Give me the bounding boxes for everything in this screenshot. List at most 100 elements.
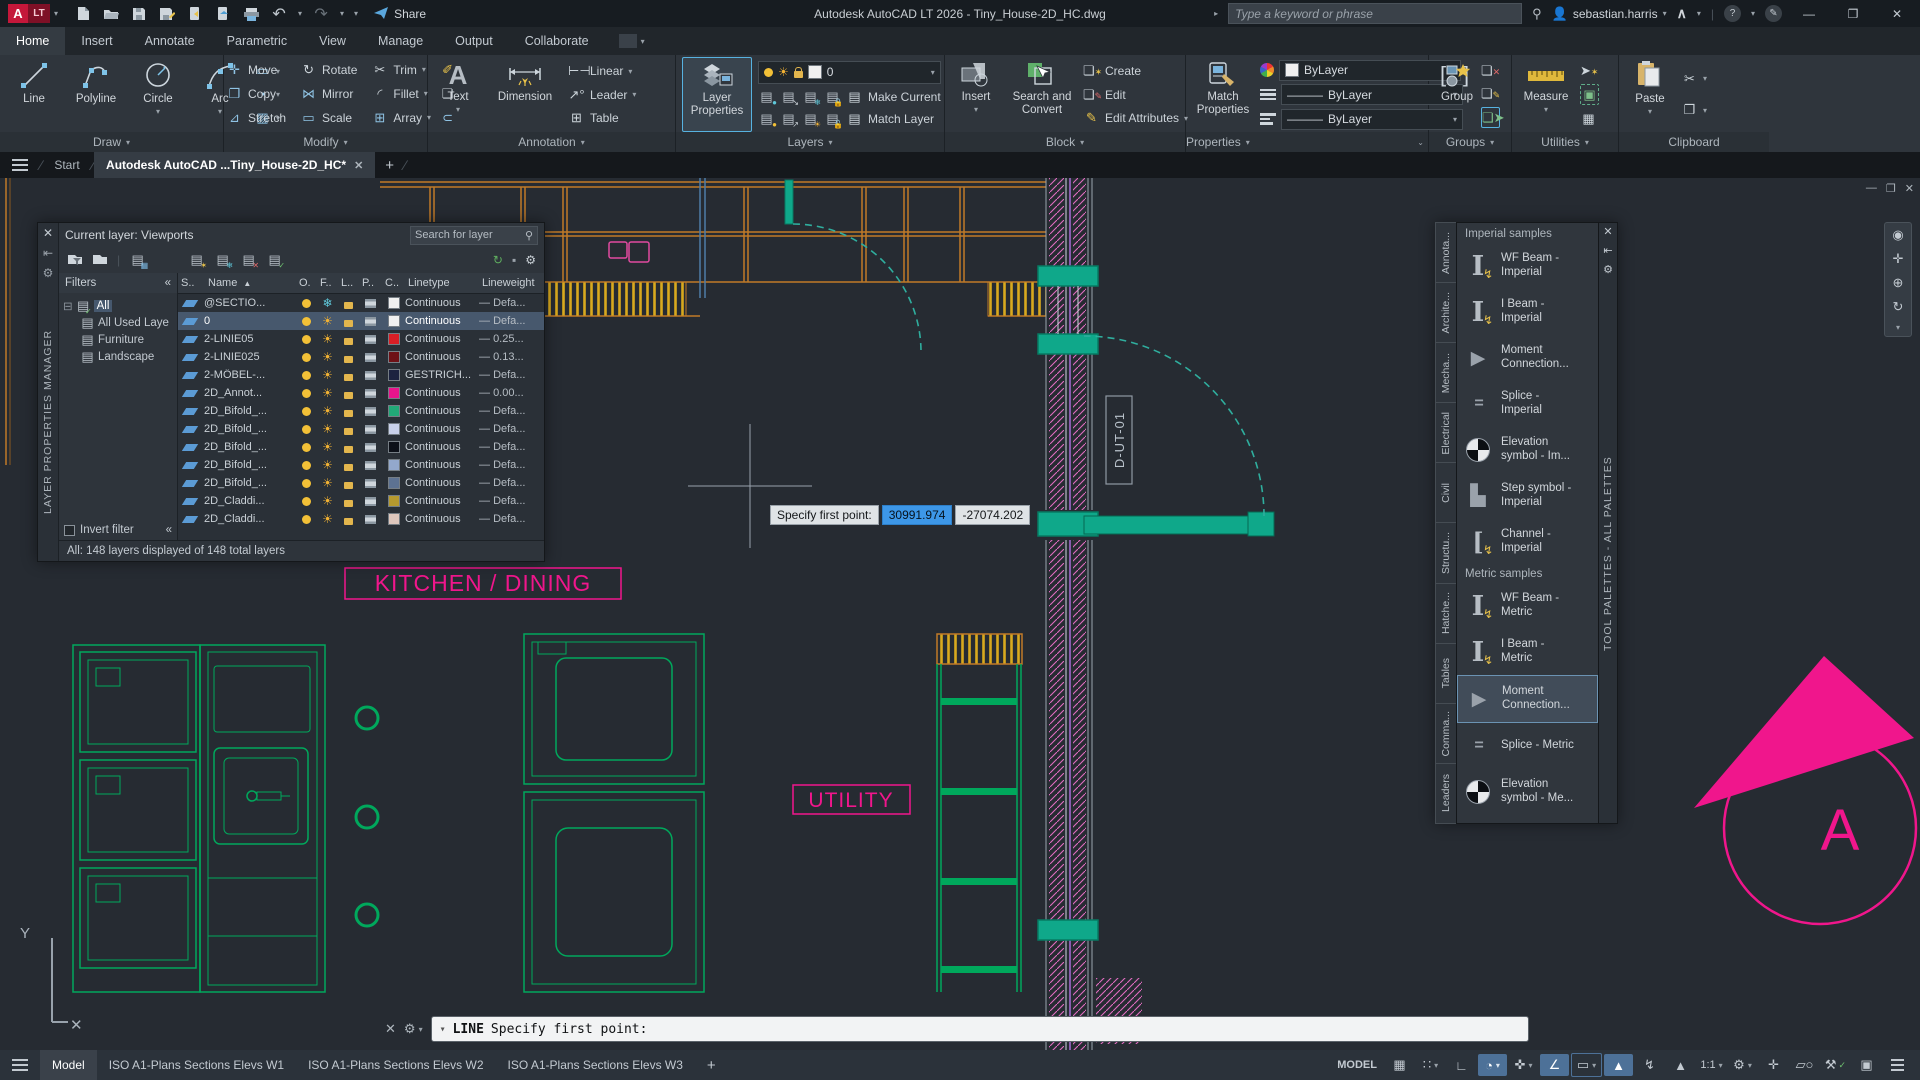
tab-output[interactable]: Output	[439, 27, 509, 55]
minimize-button[interactable]: —	[1792, 0, 1826, 27]
group-edit-icon[interactable]: ❏✎	[1481, 84, 1500, 103]
palette-properties-icon[interactable]: ⚙	[43, 266, 54, 280]
new-group-filter-icon[interactable]	[92, 253, 108, 268]
trim-button[interactable]: ✂Trim▾	[371, 60, 431, 79]
filter-all[interactable]: ⊟▤✓ All	[63, 297, 173, 314]
layer-search-input[interactable]: Search for layer ⚲	[410, 226, 538, 245]
navbar-caret-icon[interactable]: ▾	[1896, 323, 1900, 332]
set-current-layer-icon[interactable]: ▤✓	[266, 252, 283, 268]
edit-attributes-button[interactable]: ✎Edit Attributes▾	[1083, 109, 1188, 128]
new-document-tab-button[interactable]: +	[375, 152, 404, 178]
undo-caret-icon[interactable]: ▾	[298, 9, 302, 18]
copy-clip-icon[interactable]: ❐▾	[1681, 101, 1707, 120]
save-icon[interactable]	[130, 5, 148, 23]
palette-tab-hatches[interactable]: Hatche...	[1435, 583, 1456, 643]
insert-block-button[interactable]: Insert ▾	[951, 57, 1001, 132]
tool-splice-metric[interactable]: = Splice - Metric	[1457, 723, 1598, 769]
full-navigation-wheel-icon[interactable]: ◉	[1892, 227, 1903, 243]
snap-overrides[interactable]: ↯	[1635, 1054, 1664, 1076]
annotation-scale[interactable]: 1:1▾	[1697, 1054, 1726, 1076]
create-block-button[interactable]: ❏✶Create	[1083, 62, 1188, 81]
layer-row[interactable]: 2-LINIE025 ☀ Continuous— 0.13...	[178, 348, 544, 366]
3d-object-snap-toggle[interactable]: ▲	[1666, 1054, 1695, 1076]
refresh-icon[interactable]: ↻	[493, 253, 503, 267]
dynamic-input-y[interactable]: -27074.202	[955, 505, 1030, 525]
stop-icon[interactable]: ▪	[512, 253, 516, 267]
undo-icon[interactable]: ↶	[270, 5, 288, 23]
close-button[interactable]: ✕	[1880, 0, 1914, 27]
customization-menu[interactable]	[1883, 1054, 1912, 1076]
dynamic-input-x[interactable]: 30991.974	[882, 505, 953, 525]
redo-icon[interactable]: ↷	[312, 5, 330, 23]
collapse-pane-icon[interactable]: «	[166, 524, 172, 536]
panel-label-clipboard[interactable]: Clipboard	[1619, 132, 1769, 152]
palette-close-icon[interactable]: ✕	[43, 226, 53, 240]
move-button[interactable]: ✛Move	[226, 60, 286, 79]
filter-furniture[interactable]: ▤Furniture	[81, 331, 173, 348]
layer-row[interactable]: @SECTIO... ❄ Continuous— Defa...	[178, 294, 544, 312]
autodesk-caret-icon[interactable]: ▾	[1697, 9, 1701, 18]
panel-label-properties[interactable]: Properties▾⌄	[1186, 132, 1428, 152]
door-leaf-utility[interactable]	[1084, 516, 1264, 534]
palette-tab-structural[interactable]: Structu...	[1435, 522, 1456, 582]
measure-button[interactable]: Measure ▾	[1518, 57, 1574, 132]
match-properties-button[interactable]: Match Properties	[1192, 57, 1254, 132]
layer-row[interactable]: 2D_Bifold_... ☀ Continuous— Defa...	[178, 456, 544, 474]
cut-icon[interactable]: ✂▾	[1681, 69, 1707, 88]
tool-palette-autohide-icon[interactable]: ⇤	[1603, 244, 1612, 257]
close-document-icon[interactable]: ✕	[354, 159, 363, 172]
annotation-visibility-toggle[interactable]: ▱○	[1790, 1054, 1819, 1076]
new-property-filter-icon[interactable]	[67, 253, 83, 268]
palette-tab-electrical[interactable]: Electrical	[1435, 402, 1456, 462]
qat-customize-icon[interactable]: ▾	[354, 9, 358, 18]
restore-button[interactable]: ❐	[1836, 0, 1870, 27]
tool-wf-beam-imperial[interactable]: I↯ WF Beam - Imperial	[1457, 243, 1598, 289]
panel-label-block[interactable]: Block▾	[945, 132, 1185, 152]
tool-step-symbol-imperial[interactable]: ▙ Step symbol - Imperial	[1457, 473, 1598, 519]
layer-unlock2-icon[interactable]: ▤🔓	[824, 111, 841, 127]
drawing-area[interactable]: D-UT-01 KITCHEN / DINING UTILITY	[0, 178, 1920, 1050]
layer-thaw2-icon[interactable]: ▤☀	[802, 111, 819, 127]
drawing-restore-icon[interactable]: ❐	[1886, 182, 1896, 195]
new-drawing-icon[interactable]	[74, 5, 92, 23]
group-button[interactable]: [] Group	[1435, 57, 1479, 132]
layer-unisolate-icon[interactable]: ▤↗	[780, 111, 797, 127]
open-from-web-icon[interactable]	[186, 5, 204, 23]
palette-tab-civil[interactable]: Civil	[1435, 462, 1456, 522]
user-account-button[interactable]: 👤 sebastian.harris ▾	[1552, 6, 1667, 22]
panel-label-utilities[interactable]: Utilities▾	[1512, 132, 1618, 152]
recent-commands-icon[interactable]: ▾	[440, 1024, 446, 1035]
panel-label-draw[interactable]: Draw▾	[0, 132, 223, 152]
app-menu-button[interactable]: A LT ▾	[8, 4, 58, 23]
crosshair-size[interactable]: ✛	[1759, 1054, 1788, 1076]
workspace-switching[interactable]: ⚒✓	[1821, 1054, 1850, 1076]
layout-menu-icon[interactable]	[0, 1059, 40, 1071]
layer-row[interactable]: 2D_Bifold_... ☀ Continuous— Defa...	[178, 438, 544, 456]
layer-row[interactable]: 2-MÖBEL-... ☀ GESTRICH...— Defa...	[178, 366, 544, 384]
rotate-button[interactable]: ↻Rotate	[300, 60, 357, 79]
palette-tab-annotation[interactable]: Annota...	[1435, 222, 1456, 282]
quick-calculator-icon[interactable]: ▦	[1580, 109, 1599, 128]
layer-row-selected[interactable]: 0 ☀ Continuous— Defa...	[178, 312, 544, 330]
circle-button[interactable]: Circle ▾	[130, 57, 186, 132]
command-input[interactable]: ▾ LINE Specify first point:	[431, 1016, 1529, 1042]
drawing-minimize-icon[interactable]: —	[1866, 182, 1877, 195]
plot-icon[interactable]	[242, 5, 260, 23]
linear-dimension-button[interactable]: ⊢⊣Linear▾	[568, 62, 636, 81]
save-to-web-icon[interactable]	[214, 5, 232, 23]
save-as-icon[interactable]	[158, 5, 176, 23]
layout-tab-w3[interactable]: ISO A1-Plans Sections Elevs W3	[496, 1050, 695, 1080]
new-layout-button[interactable]: +	[695, 1050, 728, 1080]
id-point-icon[interactable]: ➤✶	[1580, 61, 1599, 80]
annotation-settings[interactable]: ⚙▾	[1728, 1054, 1757, 1076]
dimension-button[interactable]: Dimension	[488, 57, 562, 132]
tab-home[interactable]: Home	[0, 27, 65, 55]
mirror-button[interactable]: ⋈Mirror	[300, 84, 357, 103]
ortho-toggle[interactable]: ∟	[1447, 1054, 1476, 1076]
drawing-close-icon[interactable]: ✕	[1905, 182, 1914, 195]
space-indicator[interactable]: MODEL	[1331, 1059, 1383, 1071]
layer-row[interactable]: 2D_Bifold_... ☀ Continuous— Defa...	[178, 402, 544, 420]
palette-autohide-icon[interactable]: ⇤	[43, 246, 53, 260]
layer-lock-icon[interactable]: ▤🔒	[824, 89, 841, 105]
snap-toggle[interactable]: ∷▾	[1416, 1054, 1445, 1076]
